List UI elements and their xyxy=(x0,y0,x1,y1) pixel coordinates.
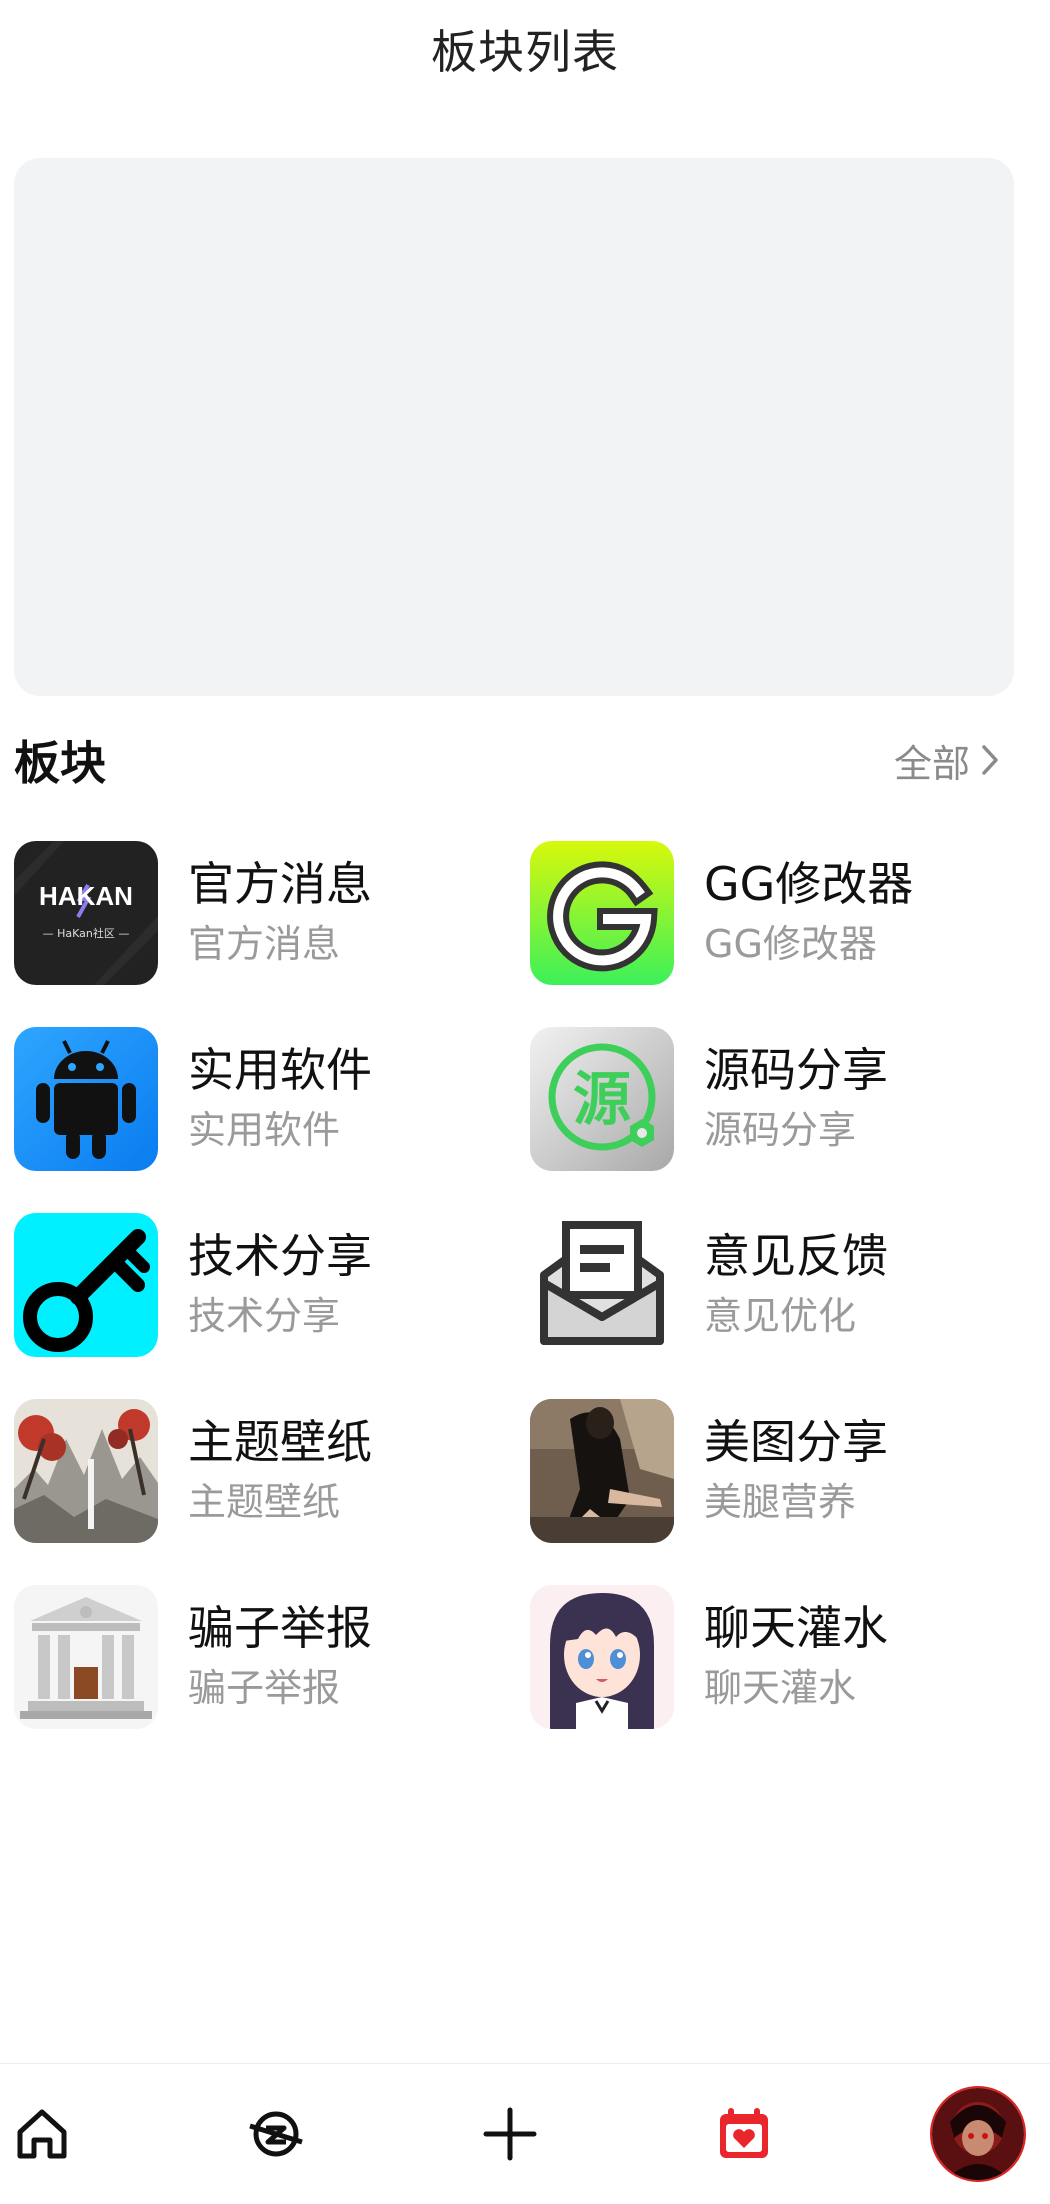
landscape-painting-icon xyxy=(14,1399,158,1543)
section-title: 板块 xyxy=(14,736,106,790)
source-badge-icon: 源 xyxy=(530,1027,674,1171)
mail-envelope-icon xyxy=(530,1213,674,1357)
board-name: GG修改器 xyxy=(704,857,914,911)
board-item-wallpaper[interactable]: 主题壁纸 主题壁纸 xyxy=(14,1396,514,1546)
hakan-logo-icon: HAKAN — HaKan社区 — xyxy=(14,841,158,985)
board-name: 意见反馈 xyxy=(704,1229,888,1283)
board-name: 实用软件 xyxy=(188,1043,372,1097)
user-avatar xyxy=(930,2086,1026,2182)
courthouse-icon xyxy=(14,1585,158,1729)
board-desc: 官方消息 xyxy=(188,922,341,966)
photo-thumbnail-icon xyxy=(530,1399,674,1543)
board-item-feedback[interactable]: 意见反馈 意见优化 xyxy=(530,1210,1030,1360)
board-name: 骗子举报 xyxy=(188,1601,372,1655)
banner-placeholder[interactable] xyxy=(14,158,1014,696)
board-desc: 意见优化 xyxy=(704,1294,857,1338)
board-name: 主题壁纸 xyxy=(188,1415,372,1469)
android-robot-icon xyxy=(14,1027,158,1171)
hakan-logo-text: HAKAN xyxy=(39,881,133,911)
anime-girl-icon xyxy=(530,1585,674,1729)
board-item-source-code[interactable]: 源 源码分享 源码分享 xyxy=(530,1024,1030,1174)
view-all-link[interactable]: 全部 xyxy=(894,733,1004,788)
board-desc: GG修改器 xyxy=(704,922,877,966)
board-name: 美图分享 xyxy=(704,1415,888,1469)
hakan-logo-subtext: — HaKan社区 — xyxy=(43,926,130,940)
plus-icon xyxy=(482,2106,538,2162)
board-name: 源码分享 xyxy=(704,1043,888,1097)
section-header: 板块 全部 xyxy=(14,725,1004,795)
header: 板块列表 xyxy=(0,0,1050,100)
source-badge-text: 源 xyxy=(573,1065,631,1133)
bottom-tab-bar xyxy=(0,2063,1050,2204)
gg-logo-icon xyxy=(530,841,674,985)
board-item-gg-modifier[interactable]: GG修改器 GG修改器 xyxy=(530,838,1030,988)
board-desc: 源码分享 xyxy=(704,1108,857,1152)
board-desc: 聊天灌水 xyxy=(704,1666,857,1710)
tab-create[interactable] xyxy=(460,2064,560,2204)
home-icon xyxy=(12,2104,72,2164)
board-name: 官方消息 xyxy=(188,857,372,911)
key-icon xyxy=(14,1213,158,1357)
board-item-chat[interactable]: 聊天灌水 聊天灌水 xyxy=(530,1582,1030,1732)
discover-icon xyxy=(246,2104,306,2164)
tab-discover[interactable] xyxy=(226,2064,326,2204)
calendar-heart-icon xyxy=(714,2104,774,2164)
tab-board[interactable] xyxy=(694,2064,794,2204)
board-item-tech-share[interactable]: 技术分享 技术分享 xyxy=(14,1210,514,1360)
board-item-software[interactable]: 实用软件 实用软件 xyxy=(14,1024,514,1174)
board-item-photo-share[interactable]: 美图分享 美腿营养 xyxy=(530,1396,1030,1546)
board-item-scam-report[interactable]: 骗子举报 骗子举报 xyxy=(14,1582,514,1732)
chevron-right-icon xyxy=(976,742,1004,778)
page-title: 板块列表 xyxy=(431,25,619,79)
board-name: 技术分享 xyxy=(188,1229,372,1283)
view-all-label: 全部 xyxy=(893,741,970,786)
tab-profile[interactable] xyxy=(928,2064,1028,2204)
board-desc: 实用软件 xyxy=(188,1108,341,1152)
board-item-official[interactable]: HAKAN — HaKan社区 — 官方消息 官方消息 xyxy=(14,838,514,988)
board-desc: 技术分享 xyxy=(188,1294,341,1338)
board-desc: 美腿营养 xyxy=(704,1480,857,1524)
board-name: 聊天灌水 xyxy=(704,1601,888,1655)
board-desc: 骗子举报 xyxy=(188,1666,341,1710)
board-desc: 主题壁纸 xyxy=(188,1480,341,1524)
tab-home[interactable] xyxy=(0,2064,92,2204)
